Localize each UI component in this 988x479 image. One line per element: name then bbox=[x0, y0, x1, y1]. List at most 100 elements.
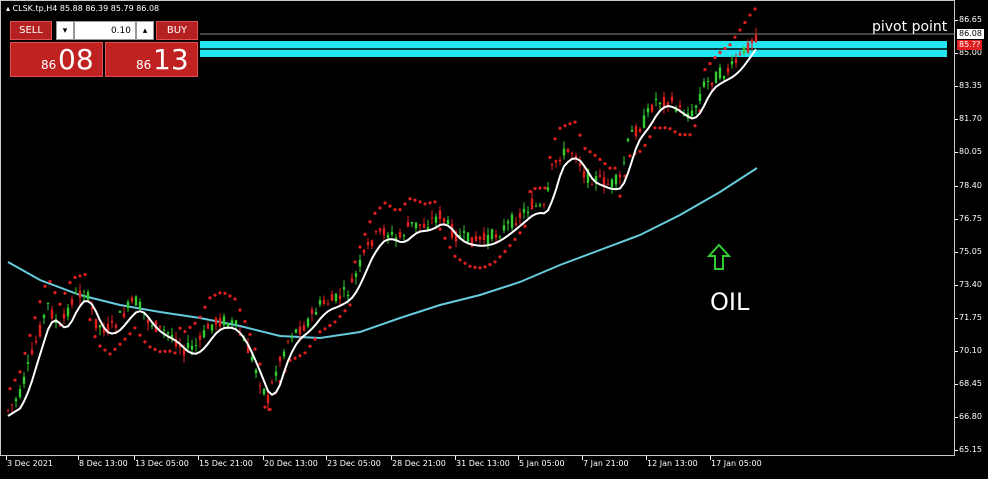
price-tick-label: 80.05 bbox=[959, 147, 982, 157]
sar-dot bbox=[703, 68, 707, 72]
sar-dot bbox=[728, 43, 732, 47]
price-tick-mark bbox=[955, 317, 958, 319]
sar-dot bbox=[718, 50, 722, 55]
candle-body bbox=[542, 204, 546, 206]
sar-dot bbox=[333, 320, 337, 324]
price-tick-label: 81.70 bbox=[959, 114, 982, 124]
sar-dot bbox=[673, 130, 677, 134]
ask-price-button[interactable]: 86 13 bbox=[105, 42, 198, 77]
candle-body bbox=[270, 381, 274, 383]
sar-dot bbox=[493, 260, 497, 264]
candle-body bbox=[74, 293, 78, 295]
lot-decrease-icon[interactable]: ▾ bbox=[56, 21, 74, 40]
ask-price-prefix: 86 bbox=[136, 58, 152, 72]
candle-body bbox=[298, 326, 302, 335]
sar-dot bbox=[323, 327, 327, 331]
candle-body bbox=[418, 224, 422, 226]
lot-size-input[interactable]: 0.10 bbox=[74, 21, 136, 40]
candle-body bbox=[622, 162, 626, 164]
lot-increase-icon[interactable]: ▴ bbox=[136, 21, 154, 40]
candle-body bbox=[402, 235, 406, 237]
candle-body bbox=[346, 294, 350, 297]
sar-dot bbox=[113, 347, 117, 351]
sar-dot bbox=[468, 264, 472, 268]
sar-dot bbox=[103, 348, 107, 352]
sar-dot bbox=[608, 166, 612, 170]
candle-body bbox=[598, 175, 602, 177]
sar-dot bbox=[383, 201, 387, 205]
symbol-info: ▴ CLSK.tp,H4 85.88 86.39 85.79 86.08 bbox=[6, 4, 159, 13]
sar-dot bbox=[218, 291, 222, 295]
candle-body bbox=[138, 301, 142, 310]
candle-body bbox=[466, 232, 470, 242]
sar-dot bbox=[433, 200, 437, 204]
time-tick-label: 28 Dec 21:00 bbox=[392, 459, 446, 468]
sell-button[interactable]: SELL bbox=[10, 21, 52, 40]
candle-body bbox=[698, 93, 702, 101]
sar-dot bbox=[298, 354, 302, 358]
candle-body bbox=[570, 152, 574, 154]
candle-body bbox=[166, 332, 170, 334]
sar-dot bbox=[423, 202, 427, 206]
candle-body bbox=[650, 104, 654, 112]
candle-body bbox=[430, 217, 434, 219]
sar-dot bbox=[43, 284, 47, 288]
candle-body bbox=[670, 96, 674, 102]
candle-body bbox=[326, 303, 330, 305]
candle-body bbox=[302, 324, 306, 331]
candle-body bbox=[86, 292, 90, 300]
price-tick-mark bbox=[955, 86, 958, 88]
candle-body bbox=[46, 302, 50, 304]
time-tick-label: 8 Dec 13:00 bbox=[79, 459, 128, 468]
bid-price-button[interactable]: 86 08 bbox=[10, 42, 103, 77]
sar-dot bbox=[518, 231, 522, 235]
sar-dot bbox=[618, 194, 622, 198]
candle-body bbox=[726, 67, 730, 73]
candle-body bbox=[66, 307, 70, 317]
sar-dot bbox=[508, 244, 512, 248]
sar-dot bbox=[528, 189, 532, 194]
sar-dot bbox=[178, 326, 182, 330]
sar-dot bbox=[328, 323, 332, 328]
candle-body bbox=[386, 234, 390, 238]
time-tick-label: 31 Dec 13:00 bbox=[456, 459, 510, 468]
sar-dot bbox=[88, 318, 92, 322]
price-tick-mark bbox=[955, 20, 958, 21]
candle-body bbox=[214, 318, 218, 325]
sar-dot bbox=[268, 407, 272, 412]
sar-dot bbox=[743, 20, 747, 25]
candle-body bbox=[282, 351, 286, 357]
price-axis[interactable]: 86.65 85.00 83.35 81.70 80.05 78.40 76.75 75.05… bbox=[955, 0, 988, 456]
candle-body bbox=[150, 325, 154, 327]
candle-body bbox=[50, 309, 54, 319]
candle-body bbox=[230, 320, 234, 324]
sar-dot bbox=[408, 197, 412, 201]
sar-dot bbox=[588, 150, 592, 154]
sar-dot bbox=[108, 352, 112, 356]
price-tick-mark bbox=[955, 284, 958, 286]
buy-button[interactable]: BUY bbox=[156, 21, 198, 40]
candle-body bbox=[322, 300, 326, 304]
candle-body bbox=[26, 362, 30, 364]
collapse-icon[interactable]: ▴ bbox=[6, 4, 10, 13]
sar-dot bbox=[553, 137, 557, 141]
candle-body bbox=[746, 42, 750, 53]
bid-price-digits: 08 bbox=[58, 43, 94, 76]
candle-body bbox=[290, 337, 294, 339]
sar-dot bbox=[208, 296, 212, 300]
candle-body bbox=[658, 102, 662, 105]
time-axis[interactable]: 3 Dec 2021 8 Dec 13:00 13 Dec 05:00 15 Dec … bbox=[0, 456, 955, 479]
sar-dot bbox=[203, 305, 207, 309]
price-tick-label: 66.80 bbox=[959, 412, 982, 422]
candle-body bbox=[222, 316, 226, 326]
candle-body bbox=[494, 234, 498, 238]
candle-body bbox=[210, 324, 214, 331]
sar-dot bbox=[308, 344, 312, 348]
pivot-point-label: pivot point bbox=[872, 19, 948, 35]
candle-body bbox=[42, 314, 46, 318]
sar-dot bbox=[93, 335, 97, 339]
sar-dot bbox=[228, 294, 232, 298]
candle-body bbox=[522, 208, 526, 213]
sar-dot bbox=[148, 345, 152, 349]
candle-body bbox=[38, 325, 42, 337]
